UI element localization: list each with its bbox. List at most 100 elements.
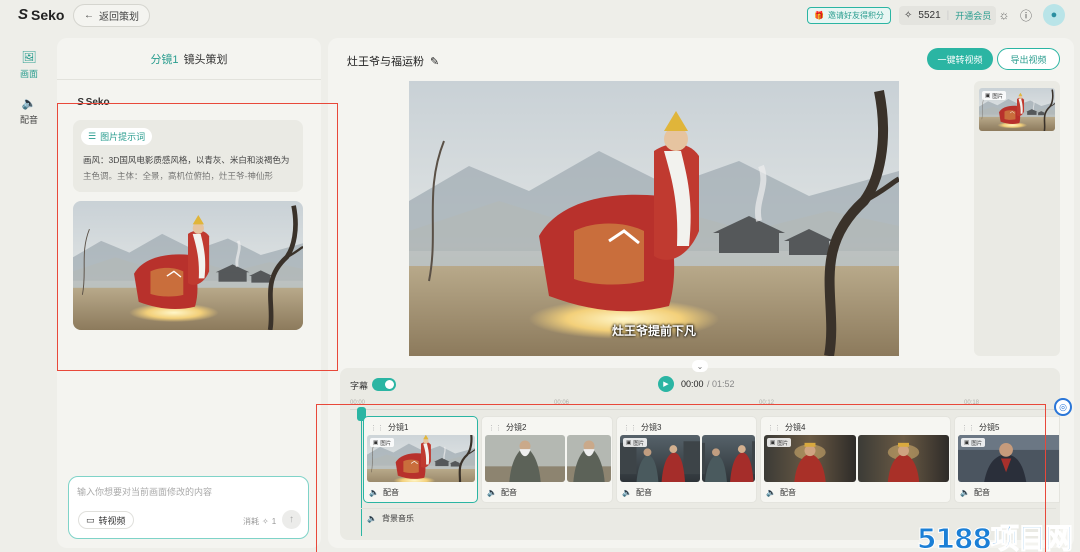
timeline: 字幕 ▶ 00:00 / 01:52 00:00 00:06 00:12 00:… xyxy=(340,368,1060,540)
avatar[interactable]: ● xyxy=(1043,4,1065,26)
export-video-button[interactable]: 导出视频 xyxy=(997,48,1060,70)
video-preview[interactable]: 灶王爷提前下凡 xyxy=(409,81,899,356)
cost-label: 消耗 xyxy=(243,517,259,526)
rail-item-label: 配音 xyxy=(19,115,38,125)
edit-instruction-input[interactable] xyxy=(77,487,277,497)
clip-frames: ▣ 图片 xyxy=(620,435,755,482)
clip-name: 分镜5 xyxy=(979,423,1000,432)
edit-pencil-icon[interactable]: ✎ xyxy=(430,55,439,68)
play-icon: ▶ xyxy=(663,381,669,388)
clip-name: 分镜3 xyxy=(641,423,662,432)
clip-frame-scene xyxy=(567,435,611,482)
panel-header: 分镜1 镜头策划 xyxy=(57,38,321,80)
clip-name: 分镜1 xyxy=(388,423,409,432)
frame-thumbnail[interactable]: ▣ 图片 xyxy=(979,88,1055,131)
clip-name: 分镜4 xyxy=(785,423,806,432)
back-to-planning-button[interactable]: ← 返回策划 xyxy=(73,4,150,27)
clip-dubbing[interactable]: 🔈 配音 xyxy=(487,487,517,498)
clip-frame-scene xyxy=(702,435,755,482)
arrow-up-icon: ↑ xyxy=(289,514,294,525)
image-prompt-card[interactable]: ☰ 图片提示词 画风：3D国风电影质感风格，以青灰、米白和淡褐色为主色调。主体：… xyxy=(73,120,303,192)
rail-item-dubbing[interactable]: 🔈 配音 xyxy=(14,96,44,126)
drag-handle-icon[interactable]: ⋮⋮ xyxy=(370,424,384,432)
clip-frame[interactable]: ▣ 图片 xyxy=(764,435,856,482)
image-prompt-tag-label: 图片提示词 xyxy=(100,132,146,142)
image-icon: ▣ xyxy=(373,439,379,446)
shot-planning-panel: 分镜1 镜头策划 S Seko ☰ 图片提示词 画风：3D国风电影质感风格，以青… xyxy=(57,38,321,548)
clip-dubbing[interactable]: 🔈 配音 xyxy=(960,487,990,498)
image-icon: ▣ xyxy=(985,92,991,99)
watermark: 5188项目网 xyxy=(917,522,1074,552)
clip-title: ⋮⋮ 分镜4 xyxy=(767,422,805,433)
ruler-tick: 00:06 xyxy=(554,400,570,406)
play-button[interactable]: ▶ xyxy=(658,376,674,392)
drag-handle-icon[interactable]: ⋮⋮ xyxy=(961,424,975,432)
collapse-chevron-icon[interactable]: ⌄ xyxy=(692,360,708,372)
clip-dubbing[interactable]: 🔈 配音 xyxy=(622,487,652,498)
video-camera-icon: ▭ xyxy=(86,514,95,525)
subtitle-toggle[interactable] xyxy=(372,378,396,391)
image-badge-label: 图片 xyxy=(971,440,983,447)
back-button-label: 返回策划 xyxy=(99,12,139,23)
image-badge-label: 图片 xyxy=(992,93,1004,100)
drag-handle-icon[interactable]: ⋮⋮ xyxy=(623,424,637,432)
ruler-tick: 00:12 xyxy=(759,400,775,406)
help-icon[interactable]: ⓘ xyxy=(1019,8,1033,23)
clip-frame[interactable] xyxy=(567,435,611,482)
app-logo-text: Seko xyxy=(31,6,65,23)
timeline-clip[interactable]: ⋮⋮ 分镜5 ▣ 图片 🔈 配音 xyxy=(954,416,1060,503)
clip-frame[interactable]: ▣ 图片 xyxy=(620,435,700,482)
clip-dubbing-label: 配音 xyxy=(973,488,990,497)
shot-image[interactable] xyxy=(73,201,303,330)
speaker-icon: 🔈 xyxy=(622,488,632,497)
floating-assistant-icon[interactable]: ◎ xyxy=(1054,398,1072,416)
user-icon: ● xyxy=(1050,9,1058,21)
clip-frame[interactable]: ▣ 图片 xyxy=(367,435,475,482)
rail-item-visuals[interactable]: 🖼 画面 xyxy=(14,50,44,80)
timeline-clip[interactable]: ⋮⋮ 分镜3 ▣ 图片 🔈 配音 xyxy=(616,416,757,503)
timeline-clip[interactable]: ⋮⋮ 分镜1 ▣ 图片 🔈 配音 xyxy=(363,416,478,503)
list-icon: ☰ xyxy=(88,131,97,141)
drag-handle-icon[interactable]: ⋮⋮ xyxy=(767,424,781,432)
one-click-video-button[interactable]: 一键转视频 xyxy=(927,48,993,70)
background-music-label: 背景音乐 xyxy=(381,514,414,523)
clip-title: ⋮⋮ 分镜2 xyxy=(488,422,526,433)
project-title: 灶王爷与福运粉 ✎ xyxy=(347,53,439,69)
clip-frame[interactable] xyxy=(702,435,755,482)
image-badge-label: 图片 xyxy=(633,440,645,447)
frame-strip: ▣ 图片 xyxy=(974,81,1060,356)
ruler-tick: 00:18 xyxy=(964,400,980,406)
sparkle-icon: ✧ xyxy=(904,10,913,21)
vip-link[interactable]: 开通会员 xyxy=(955,9,991,22)
panel-title: 镜头策划 xyxy=(183,53,228,66)
clip-dubbing[interactable]: 🔈 配音 xyxy=(766,487,796,498)
speaker-icon: 🔈 xyxy=(369,488,379,497)
clip-dubbing-label: 配音 xyxy=(635,488,652,497)
invite-friends-button[interactable]: 🎁 邀请好友得积分 xyxy=(807,7,891,24)
points-value: 5521 xyxy=(918,10,941,21)
timeline-clip[interactable]: ⋮⋮ 分镜2 🔈 配音 xyxy=(481,416,613,503)
drag-handle-icon[interactable]: ⋮⋮ xyxy=(488,424,502,432)
image-icon: 🖼 xyxy=(21,50,37,64)
sun-icon[interactable]: ☼ xyxy=(997,8,1011,22)
convert-to-video-button[interactable]: ▭ 转视频 xyxy=(78,511,134,529)
prompt-fade xyxy=(73,168,303,192)
speaker-icon: 🔈 xyxy=(21,96,37,110)
timeline-clip[interactable]: ⋮⋮ 分镜4 ▣ 图片 🔈 配音 xyxy=(760,416,951,503)
clip-frames: ▣ 图片 xyxy=(367,435,475,482)
time-ruler[interactable]: 00:00 00:06 00:12 00:18 xyxy=(350,400,1056,410)
clip-frame[interactable] xyxy=(858,435,949,482)
image-icon: ▣ xyxy=(770,439,776,446)
assistant-label: S Seko xyxy=(77,97,110,108)
clip-frames xyxy=(485,435,611,482)
sparkle-icon: ✧ xyxy=(262,517,269,526)
points-widget[interactable]: ✧ 5521 | 开通会员 xyxy=(899,6,997,25)
clip-frame[interactable]: ▣ 图片 xyxy=(958,435,1059,482)
top-bar: S Seko ← 返回策划 🎁 邀请好友得积分 ✧ 5521 | 开通会员 ☼ … xyxy=(0,0,1080,32)
clip-dubbing[interactable]: 🔈 配音 xyxy=(369,487,399,498)
image-badge-label: 图片 xyxy=(380,440,392,447)
assistant-name: Seko xyxy=(85,97,110,108)
send-button[interactable]: ↑ xyxy=(282,510,301,529)
clip-frame[interactable] xyxy=(485,435,565,482)
app-logo[interactable]: S Seko xyxy=(18,6,64,23)
